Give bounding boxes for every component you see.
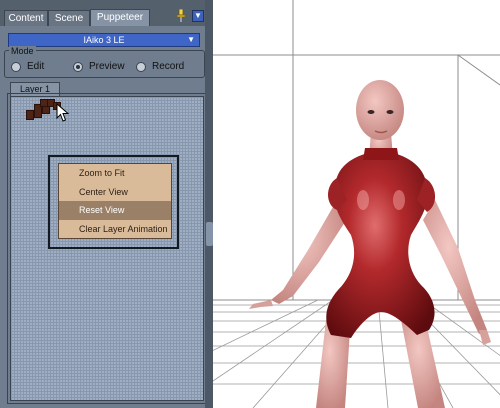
- menu-item-clear-layer-animation[interactable]: Clear Layer Animation: [59, 220, 171, 239]
- tab-puppeteer-label: Puppeteer: [96, 12, 144, 23]
- context-menu: Zoom to Fit Center View Reset View Clear…: [58, 163, 172, 239]
- mode-radio-record[interactable]: [136, 62, 146, 72]
- figure-select-value: IAiko 3 LE: [83, 35, 125, 45]
- tab-puppeteer[interactable]: Puppeteer: [90, 9, 150, 26]
- puppet-tile[interactable]: [26, 110, 34, 120]
- scene-render: [213, 0, 500, 408]
- panel-menu-icon[interactable]: ▼: [192, 10, 204, 22]
- figure-select[interactable]: IAiko 3 LE ▼: [8, 33, 200, 47]
- menu-item-center-view[interactable]: Center View: [59, 183, 171, 202]
- menu-item-zoom-to-fit[interactable]: Zoom to Fit: [59, 164, 171, 183]
- menu-item-reset-view[interactable]: Reset View: [59, 201, 171, 220]
- splitter-handle[interactable]: [206, 222, 213, 246]
- chevron-down-icon: ▼: [187, 35, 195, 44]
- 3d-viewport[interactable]: [213, 0, 500, 408]
- mode-label: Mode: [9, 46, 36, 56]
- puppet-tile[interactable]: [42, 106, 50, 114]
- tab-content[interactable]: Content: [4, 10, 48, 26]
- figure-model: [249, 80, 491, 408]
- tab-scene[interactable]: Scene: [48, 10, 90, 26]
- puppeteer-panel: Content Scene Puppeteer ▼ IAiko 3 LE ▼ M…: [0, 0, 213, 408]
- mode-label-record: Record: [152, 61, 185, 72]
- panel-splitter[interactable]: [205, 0, 213, 408]
- mouse-cursor-icon: [56, 103, 70, 122]
- mode-label-edit: Edit: [27, 61, 45, 72]
- tab-bar: Content Scene Puppeteer ▼: [0, 0, 213, 26]
- pin-icon[interactable]: [176, 9, 186, 22]
- mode-label-preview: Preview: [89, 61, 125, 72]
- mode-radio-edit[interactable]: [11, 62, 21, 72]
- tab-content-label: Content: [8, 13, 44, 24]
- mode-radio-preview[interactable]: [73, 62, 83, 72]
- tab-scene-label: Scene: [54, 13, 84, 24]
